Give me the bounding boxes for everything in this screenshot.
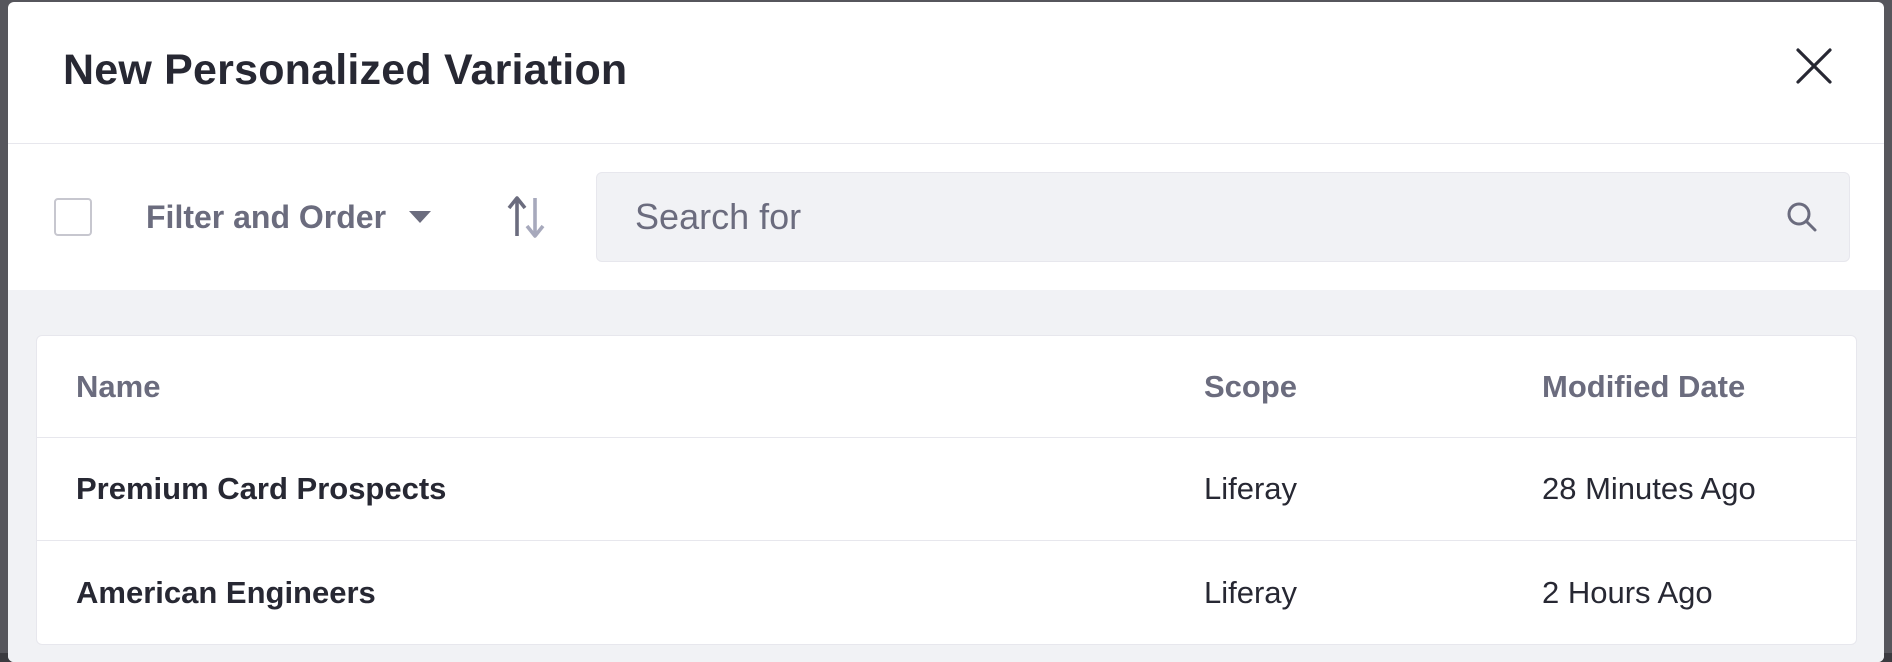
order-toggle-button[interactable] [504,195,548,239]
close-icon [1796,47,1832,84]
management-toolbar: Filter and Order [8,144,1884,290]
modal-header: New Personalized Variation [8,2,1884,144]
order-arrows-icon [507,196,545,238]
column-header-scope[interactable]: Scope [1204,369,1542,405]
modal-title: New Personalized Variation [63,46,628,94]
row-scope: Liferay [1204,574,1298,610]
row-name[interactable]: Premium Card Prospects [76,471,1204,507]
table-header-row: Name Scope Modified Date [37,336,1856,438]
search-icon [1787,202,1817,232]
segments-table: Name Scope Modified Date Premium Card Pr… [36,335,1857,645]
filter-and-order-label: Filter and Order [146,198,387,235]
column-header-name[interactable]: Name [76,369,1204,405]
caret-down-icon [408,210,432,224]
filter-and-order-button[interactable]: Filter and Order [146,199,432,236]
select-all-checkbox[interactable] [54,198,92,236]
close-button[interactable] [1790,42,1838,90]
row-scope: Liferay [1204,471,1298,506]
search-input[interactable] [635,196,1785,238]
row-modified-date: 2 Hours Ago [1542,574,1713,610]
modal-dialog: New Personalized Variation Filter and Or… [8,2,1884,662]
content-area: Name Scope Modified Date Premium Card Pr… [8,290,1884,662]
search-button[interactable] [1785,200,1819,234]
table-row[interactable]: Premium Card Prospects Liferay 28 Minute… [37,438,1856,541]
search-box [596,172,1850,262]
table-row[interactable]: American Engineers Liferay 2 Hours Ago [37,541,1856,644]
row-modified-date: 28 Minutes Ago [1542,471,1756,506]
column-header-modified-date[interactable]: Modified Date [1542,369,1856,405]
row-name[interactable]: American Engineers [76,575,1204,611]
